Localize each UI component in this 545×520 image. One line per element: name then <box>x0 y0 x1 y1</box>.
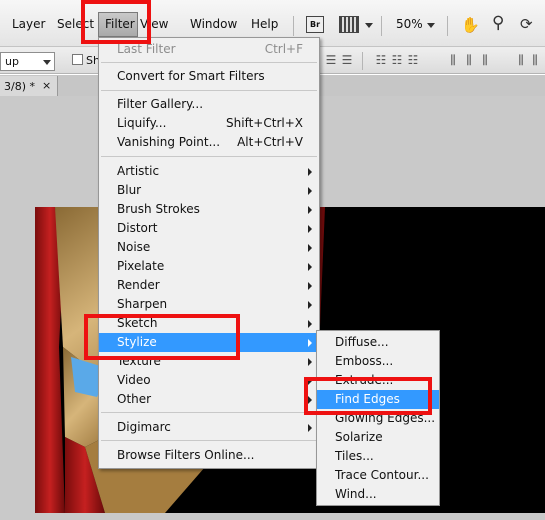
align-icon[interactable]: ☰ <box>340 53 354 67</box>
menu-separator <box>101 62 317 63</box>
menu-item-artistic[interactable]: Artistic <box>99 162 319 181</box>
submenu-arrow-icon <box>308 225 312 233</box>
menu-help[interactable]: Help <box>251 17 278 31</box>
menu-item-vanishing-point[interactable]: Vanishing Point... Alt+Ctrl+V <box>99 133 319 152</box>
submenu-arrow-icon <box>308 282 312 290</box>
menu-item-diffuse[interactable]: Diffuse... <box>317 333 439 352</box>
distribute-icon[interactable]: ☷ <box>390 53 404 67</box>
menu-separator <box>101 90 317 91</box>
auto-select-dropdown[interactable]: up <box>0 52 55 71</box>
menu-separator <box>101 412 317 413</box>
menu-item-brush-strokes[interactable]: Brush Strokes <box>99 200 319 219</box>
menu-item-noise[interactable]: Noise <box>99 238 319 257</box>
menu-separator <box>101 440 317 441</box>
rotate-view-icon[interactable]: ⟳ <box>520 16 533 32</box>
filter-menu: Last Filter Ctrl+F Convert for Smart Fil… <box>98 37 320 469</box>
options-divider <box>362 52 363 70</box>
menu-item-wind[interactable]: Wind... <box>317 485 439 504</box>
submenu-arrow-icon <box>308 168 312 176</box>
auto-select-value: up <box>5 55 19 68</box>
distribute-icon[interactable]: ☷ <box>406 53 420 67</box>
menu-item-tiles[interactable]: Tiles... <box>317 447 439 466</box>
stylize-submenu: Diffuse... Emboss... Extrude... Find Edg… <box>316 330 440 506</box>
menu-item-distort[interactable]: Distort <box>99 219 319 238</box>
show-transform-checkbox[interactable] <box>72 54 83 65</box>
screen-mode-dropdown-icon[interactable] <box>365 23 373 28</box>
highlight-box-filter <box>81 0 151 44</box>
menu-layer[interactable]: Layer <box>12 17 45 31</box>
distribute-icon[interactable]: ⫼ <box>446 53 460 67</box>
submenu-arrow-icon <box>308 320 312 328</box>
screen-mode-icon[interactable] <box>339 16 359 33</box>
align-icon[interactable]: ☰ <box>324 53 338 67</box>
bridge-button[interactable]: Br <box>306 16 324 33</box>
menubar-divider <box>293 16 294 36</box>
menu-item-video[interactable]: Video <box>99 371 319 390</box>
zoom-tool-icon[interactable]: ⚲ <box>492 15 504 32</box>
distribute-icon[interactable]: ⫼ <box>528 53 542 67</box>
hand-tool-icon[interactable]: ✋ <box>461 17 480 33</box>
zoom-level[interactable]: 50% <box>396 17 423 31</box>
submenu-arrow-icon <box>308 358 312 366</box>
menu-item-digimarc[interactable]: Digimarc <box>99 418 319 437</box>
menu-item-solarize[interactable]: Solarize <box>317 428 439 447</box>
submenu-arrow-icon <box>308 339 312 347</box>
menu-item-other[interactable]: Other <box>99 390 319 409</box>
menu-window[interactable]: Window <box>190 17 237 31</box>
menu-item-convert-smart-filters[interactable]: Convert for Smart Filters <box>99 67 319 86</box>
close-icon[interactable]: × <box>42 79 51 92</box>
submenu-arrow-icon <box>308 244 312 252</box>
menubar-divider <box>381 16 382 36</box>
menu-item-filter-gallery[interactable]: Filter Gallery... <box>99 95 319 114</box>
submenu-arrow-icon <box>308 301 312 309</box>
submenu-arrow-icon <box>308 424 312 432</box>
menu-item-browse-filters-online[interactable]: Browse Filters Online... <box>99 446 319 465</box>
chevron-down-icon <box>43 60 51 65</box>
highlight-box-stylize <box>84 314 240 360</box>
submenu-arrow-icon <box>308 187 312 195</box>
menu-item-liquify[interactable]: Liquify... Shift+Ctrl+X <box>99 114 319 133</box>
menu-item-trace-contour[interactable]: Trace Contour... <box>317 466 439 485</box>
menu-item-sharpen[interactable]: Sharpen <box>99 295 319 314</box>
menu-item-emboss[interactable]: Emboss... <box>317 352 439 371</box>
submenu-arrow-icon <box>308 206 312 214</box>
menu-item-render[interactable]: Render <box>99 276 319 295</box>
distribute-icon[interactable]: ⫼ <box>478 53 492 67</box>
highlight-box-find-edges <box>304 377 432 415</box>
distribute-icon[interactable]: ⫼ <box>462 53 476 67</box>
document-tab-label: 3/8) * <box>4 80 35 93</box>
menubar-divider <box>447 16 448 36</box>
menu-separator <box>101 156 317 157</box>
submenu-arrow-icon <box>308 263 312 271</box>
distribute-icon[interactable]: ☷ <box>374 53 388 67</box>
zoom-dropdown-icon[interactable] <box>427 23 435 28</box>
menu-item-blur[interactable]: Blur <box>99 181 319 200</box>
distribute-icon[interactable]: ⫼ <box>514 53 528 67</box>
menu-item-pixelate[interactable]: Pixelate <box>99 257 319 276</box>
